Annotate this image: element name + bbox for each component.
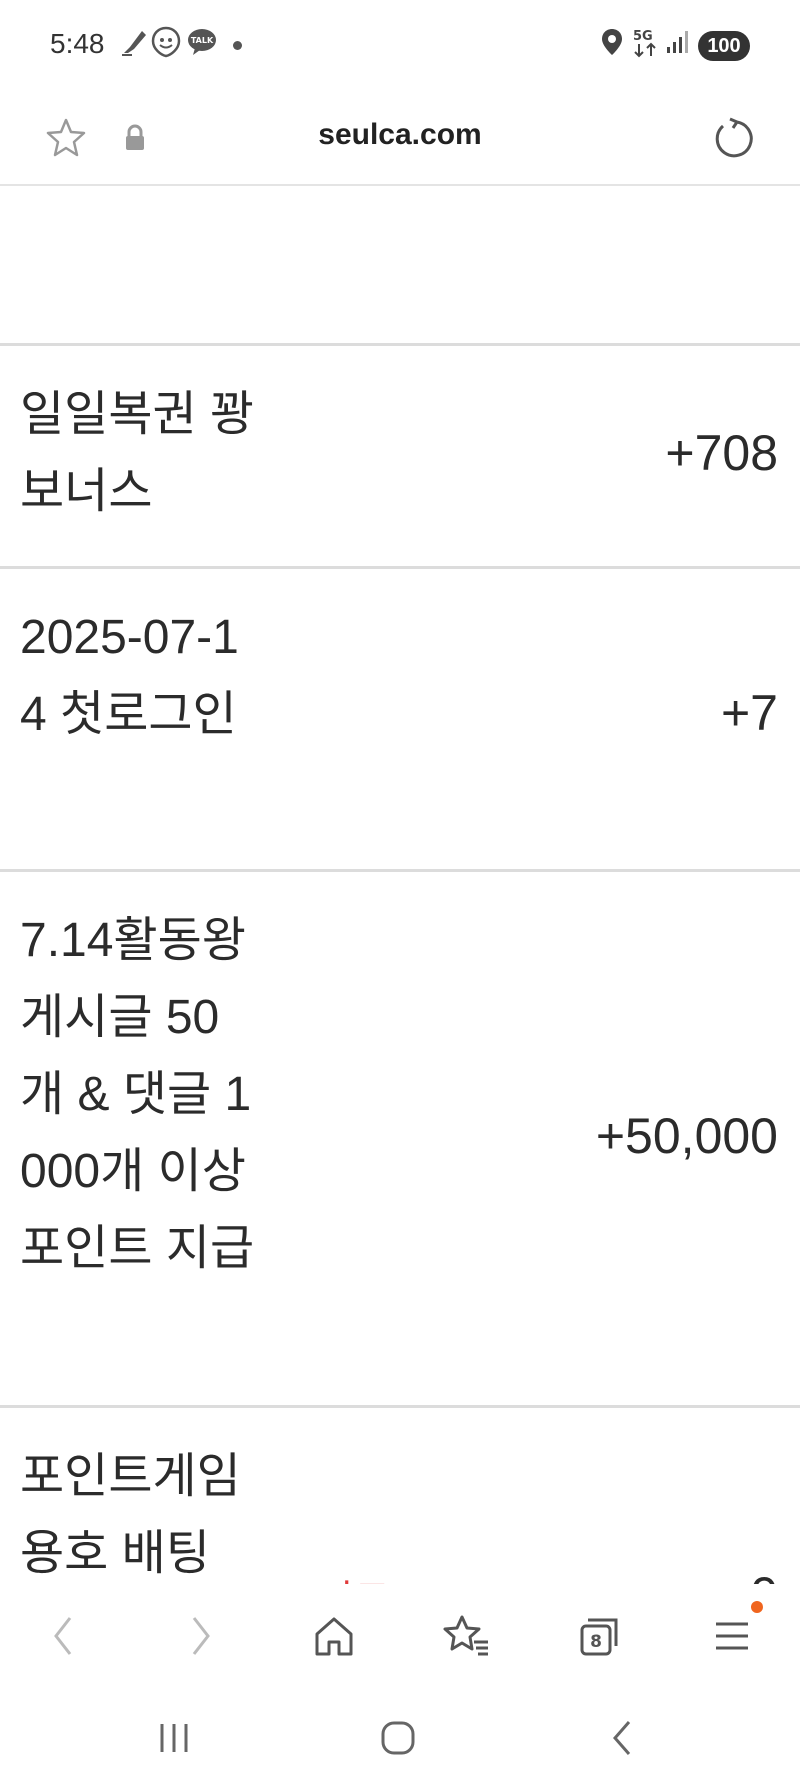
status-bar: 5:48 TALK 5G 100	[0, 0, 800, 92]
list-item: 포인트게임 용호 배팅 마고250713 0	[0, 1408, 800, 1584]
back-icon[interactable]	[32, 1604, 96, 1668]
row-memo: 마고250713	[320, 1568, 517, 1584]
row-description: 2025-07-14 첫로그인	[20, 611, 239, 741]
bookmarks-icon[interactable]	[434, 1604, 498, 1668]
browser-toolbar: 8	[0, 1584, 800, 1686]
row-amount: +7	[720, 685, 778, 741]
system-nav-bar	[0, 1686, 800, 1784]
talk-icon: TALK	[186, 26, 218, 58]
row-amount: +50,000	[595, 1108, 778, 1164]
status-time: 5:48	[50, 28, 105, 59]
face-icon	[150, 26, 182, 58]
row-amount: 0	[750, 1566, 778, 1584]
row-description: 7.14활동왕 게시글 50개 & 댓글 1000개 이상 포인트 지급	[20, 914, 255, 1275]
system-back-icon[interactable]	[590, 1706, 654, 1770]
row-amount: +708	[665, 425, 778, 481]
home-circle-icon[interactable]	[366, 1706, 430, 1770]
network-5g-icon: 5G	[630, 26, 662, 58]
list-item: 일일복권 꽝 보너스 +708	[0, 346, 800, 569]
location-icon	[596, 26, 628, 58]
tab-count: 8	[590, 1632, 602, 1652]
dot-icon	[233, 41, 242, 50]
svg-text:5G: 5G	[633, 29, 653, 44]
browser-url-bar: seulca.com	[0, 92, 800, 186]
menu-notification-dot	[751, 1601, 763, 1613]
list-item: 7.14활동왕 게시글 50개 & 댓글 1000개 이상 포인트 지급 +50…	[0, 872, 800, 1408]
row-description: 일일복권 꽝 보너스	[20, 388, 255, 518]
signal-icon	[662, 26, 694, 58]
recent-apps-icon[interactable]	[142, 1706, 206, 1770]
reload-icon[interactable]	[705, 110, 761, 166]
pen-icon	[118, 26, 150, 58]
url-text[interactable]: seulca.com	[0, 118, 800, 152]
tabs-icon[interactable]: 8	[568, 1604, 632, 1668]
point-history-list: 696회사용 일일복권 꽝 보너스 +708 2025-07-14 첫로그인 +…	[0, 150, 800, 1584]
forward-icon[interactable]	[168, 1604, 232, 1668]
battery-indicator: 100	[698, 31, 750, 61]
menu-icon[interactable]	[700, 1604, 764, 1668]
svg-text:TALK: TALK	[191, 36, 214, 45]
row-description: 포인트게임 용호 배팅	[20, 1450, 241, 1580]
home-icon[interactable]	[302, 1604, 366, 1668]
list-item: 2025-07-14 첫로그인 +7	[0, 569, 800, 872]
